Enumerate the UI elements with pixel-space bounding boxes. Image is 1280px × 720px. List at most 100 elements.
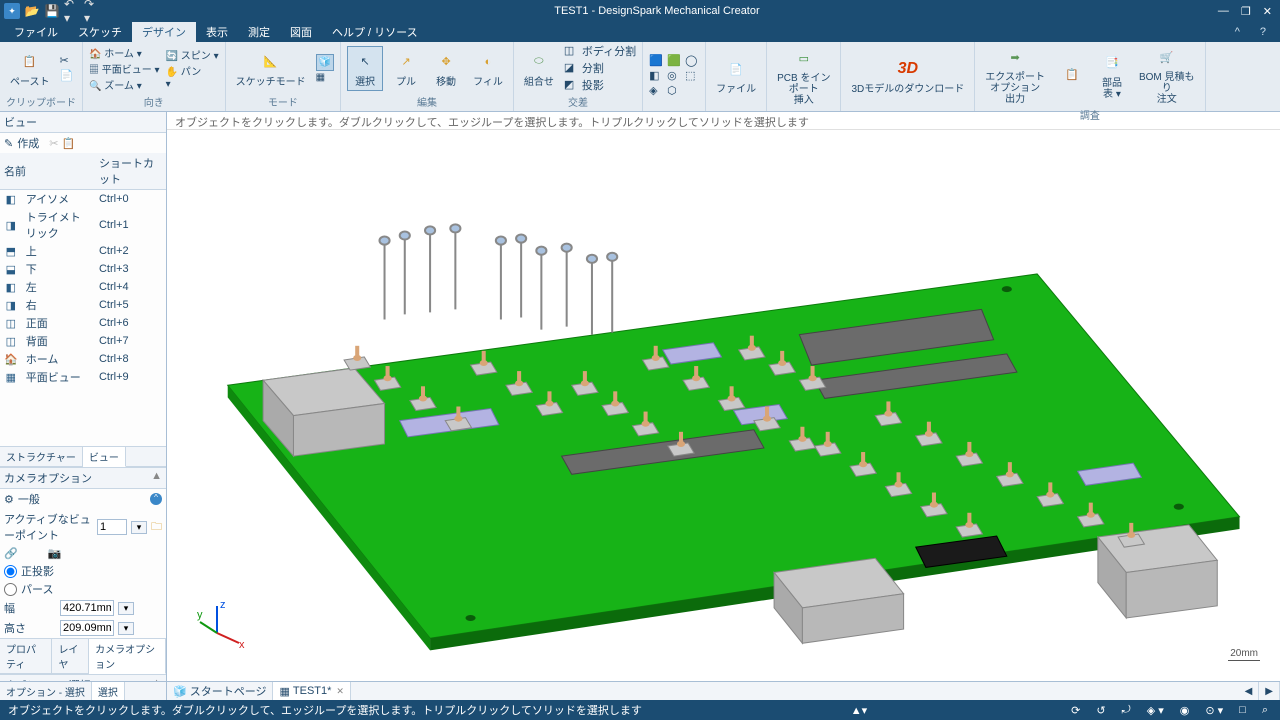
tab-sketch[interactable]: スケッチ (68, 22, 132, 42)
doc-tab-test1[interactable]: ▦ TEST1* ✕ (273, 682, 350, 700)
view-row[interactable]: ◧アイソメCtrl+0 (0, 190, 166, 209)
view-row[interactable]: ◫正面Ctrl+6 (0, 314, 166, 332)
save-icon[interactable]: 💾 (44, 3, 60, 19)
cut-button[interactable]: ✂ (60, 54, 74, 68)
status-zoom-icon[interactable]: ⌕ (1258, 704, 1272, 717)
tab-layers[interactable]: レイヤ (52, 639, 89, 673)
file-button[interactable]: 📄 ファイル (712, 54, 760, 97)
props-tabs: プロパティ レイヤ カメラオプション (0, 638, 166, 674)
status-icon-1[interactable]: ⟳ (1067, 704, 1084, 717)
tab-select[interactable]: 選択 (92, 682, 125, 700)
active-viewpoint-row: アクティブなビューポイント ▾ 🗀 (0, 509, 166, 545)
export-icon: ➡ (1002, 44, 1028, 70)
viewpoint-drop-button[interactable]: ▾ (131, 521, 147, 534)
mode-3d-button[interactable]: 🧊 (316, 54, 334, 71)
tab-help[interactable]: ヘルプ / リソース (322, 22, 428, 42)
col-shortcut[interactable]: ショートカット (95, 153, 166, 190)
help-icon[interactable]: ? (1250, 22, 1276, 42)
project-button[interactable]: ◩投影 (564, 77, 636, 93)
proj-persp-radio[interactable]: パース (0, 580, 166, 598)
close-button[interactable]: ✕ (1259, 5, 1276, 18)
doc-tab-start[interactable]: 🧊 スタートページ (167, 682, 273, 700)
status-icon-6[interactable]: ⊙ ▾ (1201, 704, 1227, 717)
tab-options-select[interactable]: オプション - 選択 (0, 682, 92, 700)
tab-camera-options[interactable]: カメラオプション (89, 639, 166, 674)
height-drop[interactable]: ▾ (118, 622, 134, 635)
viewpoint-lock-icon[interactable]: 🗀 (151, 518, 162, 537)
misc-3-button[interactable]: ◈⬡ (649, 84, 699, 98)
misc-2-button[interactable]: ◧◎⬚ (649, 69, 699, 83)
export-options-button[interactable]: ➡ エクスポート オプション 出力 (981, 42, 1049, 107)
sketch-mode-button[interactable]: 📐 スケッチモード (232, 47, 310, 90)
split-body-button[interactable]: ◫ボディ分割 (564, 43, 636, 59)
viewpoint-input[interactable] (97, 519, 127, 535)
tab-display[interactable]: 表示 (196, 22, 238, 42)
view-row[interactable]: ◨右Ctrl+5 (0, 296, 166, 314)
tab-view[interactable]: ビュー (83, 447, 126, 467)
split-button[interactable]: ◪分割 (564, 60, 636, 76)
width-input[interactable] (60, 600, 114, 616)
status-icon-2[interactable]: ↺ (1092, 704, 1109, 717)
orient-more-button[interactable]: ▾ (166, 79, 219, 90)
bom-button[interactable]: 📑 部品 表 ▾ (1095, 48, 1129, 102)
pan-button[interactable]: ✋ パン (166, 63, 219, 78)
group-mode: 📐 スケッチモード 🧊 ▦ モード (226, 42, 341, 111)
status-icon-4[interactable]: ◈ ▾ (1143, 704, 1168, 717)
view-row[interactable]: ◫背面Ctrl+7 (0, 332, 166, 350)
tab-design[interactable]: デザイン (132, 22, 196, 42)
file-icon: 📄 (723, 56, 749, 82)
view-name: 上 (22, 242, 95, 260)
bom-order-button[interactable]: 🛒 BOM 見積も り 注文 (1135, 42, 1199, 107)
tab-measure[interactable]: 測定 (238, 22, 280, 42)
tabs-scroll-left[interactable]: ◀ (1239, 682, 1260, 700)
spin-button[interactable]: 🔄 スピン ▾ (166, 47, 219, 62)
width-drop[interactable]: ▾ (118, 602, 134, 615)
tabs-scroll-right[interactable]: ▶ (1259, 682, 1280, 700)
undo-icon[interactable]: ↶ ▾ (64, 3, 80, 19)
plan-view-button[interactable]: ▦ 平面ビュー ▾ (89, 61, 160, 76)
fill-button[interactable]: ◐ フィル (469, 47, 507, 90)
copy-button[interactable]: 📄 (60, 69, 74, 83)
create-row[interactable]: ✎ 作成 ✂ 📋 (0, 133, 166, 153)
tab-drawing[interactable]: 図面 (280, 22, 322, 42)
tab-file[interactable]: ファイル (4, 22, 68, 42)
view-row[interactable]: ⬓下Ctrl+3 (0, 260, 166, 278)
close-tab-icon[interactable]: ✕ (336, 686, 344, 697)
view-row[interactable]: ◨トライメトリックCtrl+1 (0, 208, 166, 242)
proj-ortho-radio[interactable]: 正投影 (0, 562, 166, 580)
view-row[interactable]: 🏠ホームCtrl+8 (0, 350, 166, 368)
col-name[interactable]: 名前 (0, 153, 95, 190)
view-row[interactable]: ◧左Ctrl+4 (0, 278, 166, 296)
minimize-button[interactable]: — (1214, 5, 1233, 18)
select-button[interactable]: ↖ 選択 (347, 46, 383, 91)
redo-icon[interactable]: ↷ ▾ (84, 3, 100, 19)
paste-button[interactable]: 📋 ペースト (6, 47, 54, 90)
pull-button[interactable]: ↗ プル (389, 47, 423, 90)
tab-properties[interactable]: プロパティ (0, 639, 52, 673)
tab-structure[interactable]: ストラクチャー (0, 447, 83, 466)
status-icon-7[interactable]: □ (1235, 704, 1250, 716)
home-view-button[interactable]: 🏠 ホーム ▾ (89, 45, 160, 60)
zoom-button[interactable]: 🔍 ズーム ▾ (89, 77, 160, 92)
status-updown-icon[interactable]: ▲▾ (847, 704, 871, 717)
ribbon-collapse-icon[interactable]: ^ (1225, 22, 1250, 42)
maximize-button[interactable]: ❐ (1237, 5, 1255, 18)
height-input[interactable] (60, 620, 114, 636)
pcb-import-button[interactable]: ▭ PCB をイン ポート 挿入 (773, 43, 834, 108)
misc-1-button[interactable]: 🟦🟩◯ (649, 54, 699, 68)
view-row[interactable]: ▦平面ビューCtrl+9 (0, 368, 166, 386)
status-icon-3[interactable]: ⤾ (1118, 704, 1135, 717)
3d-canvas[interactable]: z x y 20mm (167, 130, 1280, 681)
view-row[interactable]: ⬒上Ctrl+2 (0, 242, 166, 260)
combine-button[interactable]: ⬭ 組合せ (520, 47, 558, 90)
download-3d-button[interactable]: 3D 3Dモデルのダウンロード (847, 54, 968, 97)
collapse-icon[interactable]: ^ (150, 493, 162, 505)
camera-icon[interactable]: 📷 (48, 547, 62, 560)
mode-section-button[interactable]: ▦ (316, 72, 334, 83)
open-icon[interactable]: 📂 (24, 3, 40, 19)
move-button[interactable]: ✥ 移動 (429, 47, 463, 90)
general-row[interactable]: ⚙ 一般 ^ (0, 489, 166, 509)
status-icon-5[interactable]: ◉ (1176, 704, 1194, 717)
bom-clip-button[interactable]: 📋 (1055, 60, 1089, 90)
link-icon[interactable]: 🔗 (4, 547, 18, 560)
